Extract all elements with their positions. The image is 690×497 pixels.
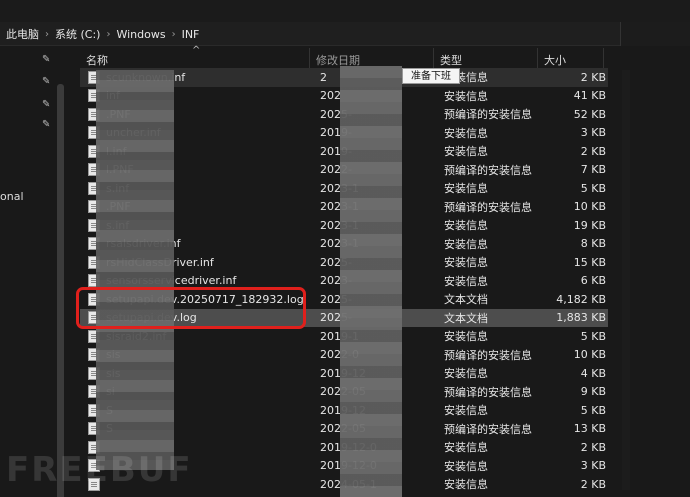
breadcrumb: 此电脑 › 系统 (C:) › Windows › INF [6, 22, 199, 46]
file-type: 安装信息 [444, 89, 488, 103]
file-size: 2 KB [580, 144, 606, 158]
file-type: 安装信息 [444, 182, 488, 196]
file-size: 6 KB [580, 274, 606, 288]
file-size: 9 KB [580, 385, 606, 399]
sort-up-icon: ^ [192, 45, 201, 56]
file-size: 4,182 KB [556, 292, 606, 306]
vertical-scrollbar[interactable] [622, 70, 630, 490]
file-size: 10 KB [573, 348, 606, 362]
file-size: 3 KB [580, 459, 606, 473]
file-size: 10 KB [573, 200, 606, 214]
file-type: 安装信息 [444, 459, 488, 473]
file-type: 文本文档 [444, 293, 488, 307]
breadcrumb-item-c-drive[interactable]: 系统 (C:) [55, 26, 100, 42]
file-type: 安装信息 [444, 256, 488, 270]
file-type: 安装信息 [444, 274, 488, 288]
pin-icon[interactable]: ✎ [42, 99, 52, 111]
chevron-right-icon: › [45, 28, 49, 40]
column-type[interactable]: 类型 [434, 48, 538, 70]
file-size: 5 KB [580, 403, 606, 417]
file-size: 41 KB [573, 89, 606, 103]
file-size: 2 KB [580, 440, 606, 454]
chevron-right-icon: › [106, 28, 111, 40]
file-size: 8 KB [580, 237, 606, 251]
file-type: 安装信息 [444, 441, 488, 455]
file-size: 5 KB [580, 181, 606, 195]
nav-scrollbar[interactable] [57, 84, 64, 497]
title-bar [0, 0, 690, 22]
file-type: 预编译的安装信息 [444, 163, 532, 177]
file-size: 4 KB [580, 366, 606, 380]
file-type: 安装信息 [444, 145, 488, 159]
file-size: 52 KB [573, 107, 606, 121]
file-size: 13 KB [573, 422, 606, 436]
pin-icon[interactable]: ✎ [42, 54, 52, 66]
navigation-pane: ✎ ✎ ✎ ✎ onal [0, 46, 68, 497]
pin-icon[interactable]: ✎ [42, 119, 52, 131]
column-type-label: 类型 [440, 54, 462, 67]
pin-icon[interactable]: ✎ [42, 76, 52, 88]
file-size: 7 KB [580, 163, 606, 177]
file-type: 安装信息 [444, 367, 488, 381]
breadcrumb-item-windows[interactable]: Windows [116, 28, 165, 41]
chevron-right-icon: › [171, 28, 176, 40]
column-name-label: 名称 [86, 54, 108, 67]
file-type: 预编译的安装信息 [444, 385, 532, 399]
tooltip: 准备下班 [402, 68, 460, 84]
nav-item-label[interactable]: onal [0, 190, 24, 203]
column-size[interactable]: 大小 [538, 48, 604, 70]
file-type: 预编译的安装信息 [444, 108, 532, 122]
file-size: 15 KB [573, 255, 606, 269]
file-type: 安装信息 [444, 478, 488, 492]
file-size: 2 KB [580, 70, 606, 84]
redaction-mosaic [340, 66, 402, 497]
file-type: 安装信息 [444, 404, 488, 418]
file-size: 2 KB [580, 477, 606, 491]
column-size-label: 大小 [544, 54, 566, 67]
file-size: 1,883 KB [556, 311, 606, 325]
breadcrumb-item-this-pc[interactable]: 此电脑 [6, 26, 39, 42]
file-type: 预编译的安装信息 [444, 422, 532, 436]
file-size: 19 KB [573, 218, 606, 232]
column-name[interactable]: ^ 名称 [80, 45, 310, 70]
file-type: 安装信息 [444, 126, 488, 140]
watermark: FREEBUF [6, 450, 193, 490]
file-type: 预编译的安装信息 [444, 200, 532, 214]
file-type: 文本文档 [444, 311, 488, 325]
file-type: 安装信息 [444, 219, 488, 233]
annotation-highlight-box [76, 287, 306, 329]
redaction-mosaic [96, 70, 174, 470]
file-size: 3 KB [580, 126, 606, 140]
address-bar[interactable]: 此电脑 › 系统 (C:) › Windows › INF [0, 22, 690, 46]
file-size: 5 KB [580, 329, 606, 343]
file-type: 安装信息 [444, 330, 488, 344]
file-type: 安装信息 [444, 237, 488, 251]
search-input[interactable] [620, 22, 690, 46]
file-type: 预编译的安装信息 [444, 348, 532, 362]
